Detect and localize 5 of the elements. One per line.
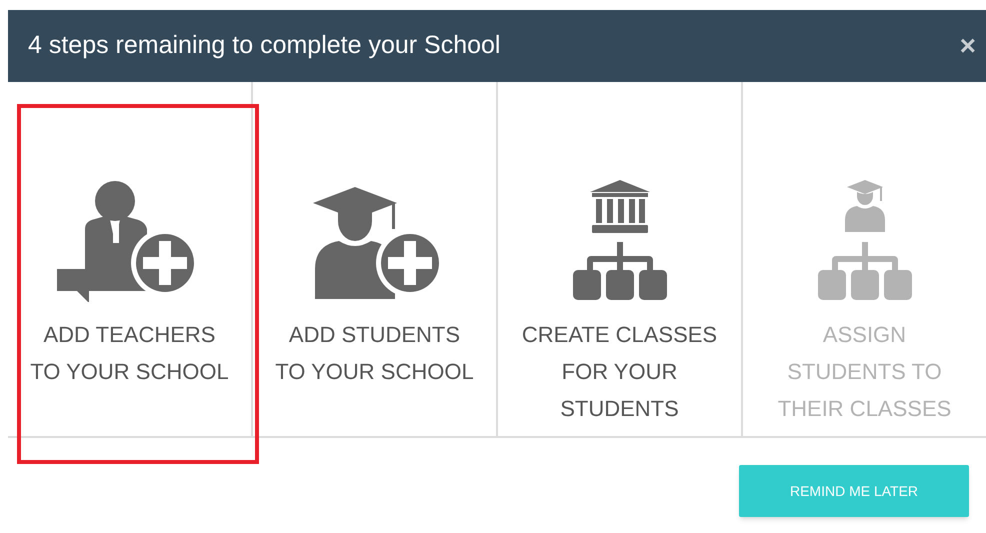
step-link[interactable]: ADD STUDENTS TO YOUR SCHOOL bbox=[275, 316, 474, 390]
dialog-title: 4 steps remaining to complete your School bbox=[28, 30, 500, 62]
close-button[interactable]: × bbox=[960, 32, 976, 60]
step-link[interactable]: CREATE CLASSES FOR YOUR STUDENTS bbox=[522, 316, 718, 427]
step-link[interactable]: ADD TEACHERS TO YOUR SCHOOL bbox=[30, 316, 229, 390]
